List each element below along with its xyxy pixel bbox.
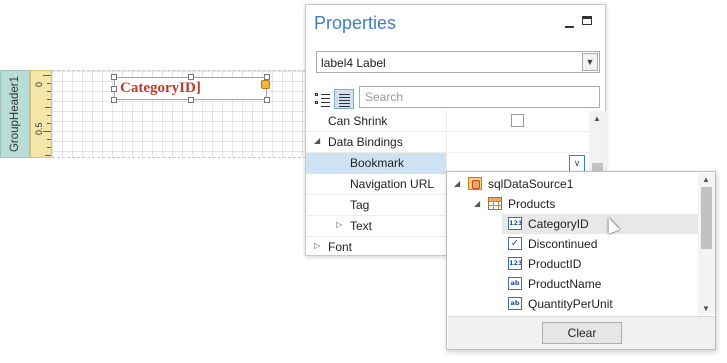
scroll-up-icon[interactable]: ▲ bbox=[702, 175, 710, 184]
collapse-icon[interactable]: ◢ bbox=[314, 136, 320, 145]
alphabetical-view-button[interactable] bbox=[334, 89, 354, 109]
clear-button[interactable]: Clear bbox=[542, 322, 622, 344]
popup-footer: Clear bbox=[448, 316, 715, 349]
resize-handle-top[interactable] bbox=[188, 74, 194, 80]
search-input-container[interactable] bbox=[359, 86, 600, 108]
tree-node-table[interactable]: ◢ Products bbox=[447, 194, 697, 214]
chevron-down-icon[interactable]: ▼ bbox=[582, 53, 598, 71]
scroll-up-icon[interactable]: ▲ bbox=[593, 114, 601, 123]
band-tab-groupheader[interactable]: GroupHeader1 bbox=[0, 70, 30, 158]
string-field-icon: ab bbox=[508, 297, 522, 310]
expand-icon[interactable]: ▷ bbox=[314, 241, 320, 250]
maximize-icon[interactable] bbox=[582, 16, 592, 25]
object-selector[interactable]: label4 Label ▼ bbox=[316, 51, 600, 73]
collapse-icon[interactable]: ◢ bbox=[454, 179, 460, 188]
smart-tag-icon[interactable] bbox=[261, 80, 270, 89]
property-name: Navigation URL bbox=[350, 177, 435, 191]
tree-node-data-source[interactable]: ◢ sqlDataSource1 bbox=[447, 174, 697, 194]
panel-title: Properties bbox=[314, 13, 397, 33]
property-name: Font bbox=[328, 240, 353, 254]
property-name: Tag bbox=[350, 198, 370, 212]
property-name: Bookmark bbox=[350, 156, 405, 170]
string-field-icon: ab bbox=[508, 277, 522, 290]
tree-node-label: sqlDataSource1 bbox=[488, 177, 574, 191]
ruler-mark-0: 0 bbox=[34, 81, 44, 87]
object-selector-value: label4 Label bbox=[321, 56, 386, 70]
tree-node-label: ProductID bbox=[528, 257, 582, 271]
tree-node-label: Discontinued bbox=[528, 237, 598, 251]
scroll-down-icon[interactable]: ▼ bbox=[702, 304, 710, 313]
resize-handle-bl[interactable] bbox=[111, 97, 117, 103]
tree-node-field[interactable]: ab ProductName bbox=[447, 274, 697, 294]
tree-node-label: ProductName bbox=[528, 277, 602, 291]
chevron-down-icon[interactable]: ∨ bbox=[569, 155, 585, 172]
can-shrink-checkbox[interactable] bbox=[511, 114, 524, 127]
resize-handle-br[interactable] bbox=[264, 97, 270, 103]
resize-handle-left[interactable] bbox=[111, 86, 117, 92]
property-name: Can Shrink bbox=[328, 114, 388, 128]
categorized-view-button[interactable] bbox=[312, 89, 332, 109]
resize-handle-tl[interactable] bbox=[111, 74, 117, 80]
property-row-data-bindings[interactable]: ◢ Data Bindings bbox=[306, 132, 589, 153]
property-name: Text bbox=[350, 219, 373, 233]
popup-scrollbar[interactable]: ▲ ▼ bbox=[698, 173, 715, 315]
label-control-text: CategoryID] bbox=[120, 80, 201, 96]
tree-node-label: CategoryID bbox=[528, 217, 589, 231]
tree-node-field[interactable]: ✓ Discontinued bbox=[447, 234, 697, 254]
data-binding-popup: ◢ sqlDataSource1 ◢ Products 123 Category… bbox=[446, 171, 716, 350]
table-icon bbox=[488, 197, 502, 210]
ruler-mark-half: 0.5 bbox=[34, 122, 44, 135]
tree-node-label: QuantityPerUnit bbox=[528, 297, 613, 311]
number-field-icon: 123 bbox=[508, 257, 523, 270]
boolean-field-icon: ✓ bbox=[508, 237, 522, 250]
band-name-label: GroupHeader1 bbox=[9, 75, 21, 153]
resize-handle-bottom[interactable] bbox=[188, 97, 194, 103]
vertical-ruler: 0 0.5 bbox=[30, 70, 52, 158]
tree-node-field[interactable]: 123 CategoryID bbox=[447, 214, 698, 234]
expand-icon[interactable]: ▷ bbox=[336, 220, 342, 229]
number-field-icon: 123 bbox=[508, 217, 523, 230]
collapse-icon[interactable]: ◢ bbox=[474, 199, 480, 208]
minimize-icon[interactable] bbox=[565, 19, 575, 29]
property-name: Data Bindings bbox=[328, 135, 403, 149]
tree-node-label: Products bbox=[508, 197, 556, 211]
property-row-can-shrink[interactable]: Can Shrink bbox=[306, 111, 589, 132]
data-source-tree: ◢ sqlDataSource1 ◢ Products 123 Category… bbox=[447, 174, 698, 314]
tree-node-field[interactable]: ab QuantityPerUnit bbox=[447, 294, 697, 314]
data-source-icon bbox=[468, 177, 482, 190]
scrollbar-thumb[interactable] bbox=[701, 187, 712, 249]
search-input[interactable] bbox=[360, 87, 599, 107]
tree-node-field[interactable]: 123 ProductID bbox=[447, 254, 697, 274]
